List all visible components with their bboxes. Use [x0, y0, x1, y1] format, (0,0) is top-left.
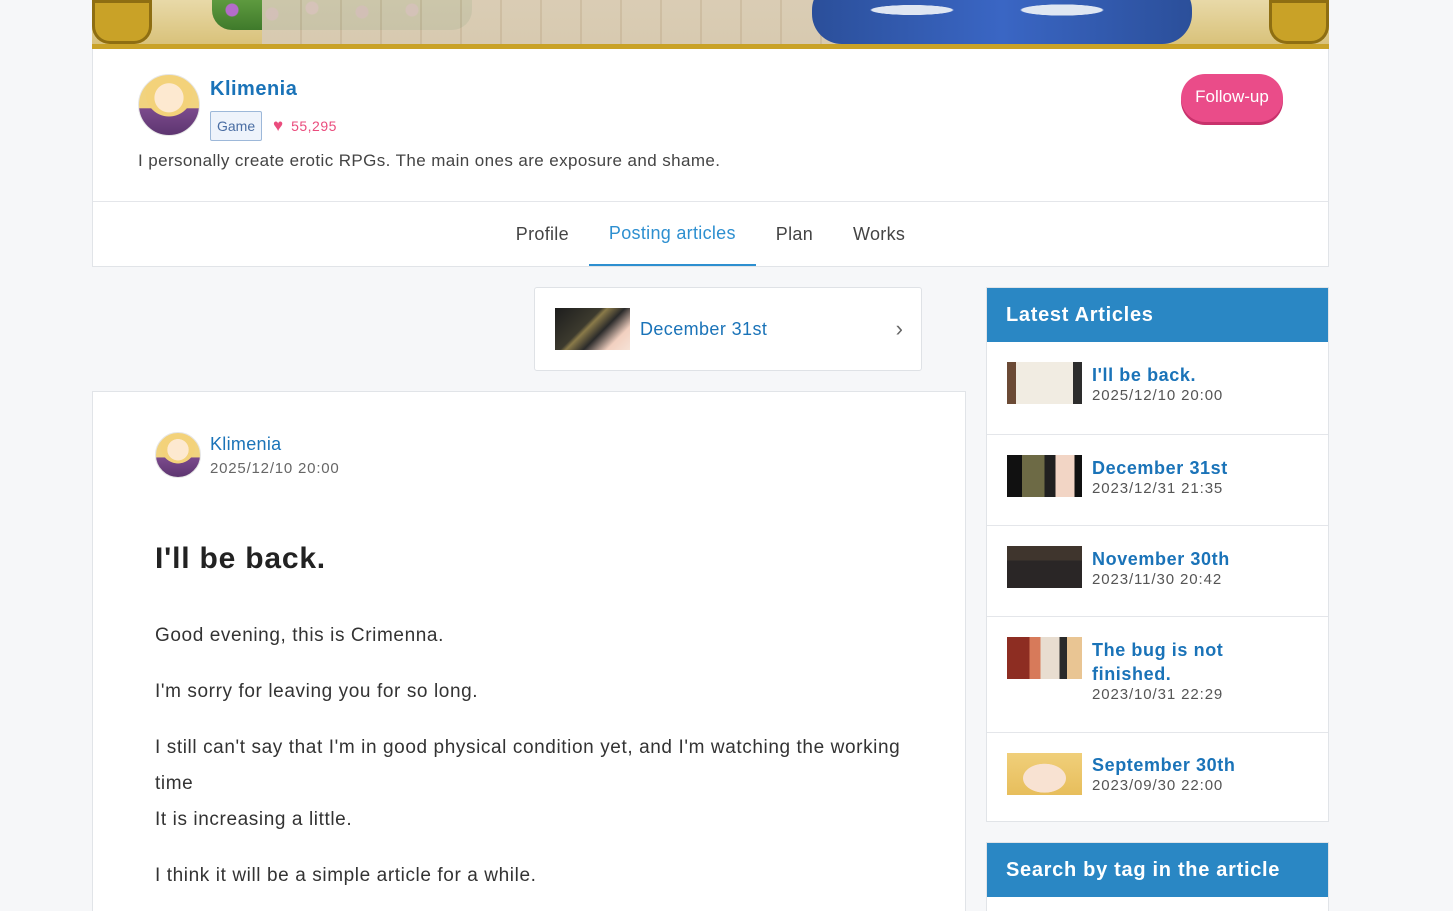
likes-number: 55,295 — [291, 117, 337, 134]
banner-ornament-right — [1269, 0, 1329, 44]
likes-count: ♥ 55,295 — [273, 117, 337, 134]
article-paragraph: I'm sorry for leaving you for so long. — [155, 681, 479, 702]
creator-avatar[interactable] — [138, 74, 200, 136]
latest-article-title: November 30th — [1092, 549, 1230, 569]
tag-search-heading: Search by tag in the article — [987, 843, 1328, 897]
banner-character-armor — [812, 0, 1192, 44]
creator-name[interactable]: Klimenia — [210, 78, 297, 101]
latest-article-info: The bug is not finished. 2023/10/31 22:2… — [1092, 638, 1262, 704]
article-paragraph: I still can't say that I'm in good physi… — [155, 730, 915, 838]
prev-article-title: December 31st — [640, 318, 768, 339]
follow-button[interactable]: Follow-up — [1181, 74, 1283, 122]
latest-article-item[interactable]: I'll be back. 2025/12/10 20:00 — [987, 342, 1328, 434]
latest-article-date: 2025/12/10 20:00 — [1092, 387, 1224, 404]
article: Klimenia 2025/12/10 20:00 I'll be back. … — [92, 391, 966, 911]
latest-article-item[interactable]: The bug is not finished. 2023/10/31 22:2… — [987, 616, 1328, 732]
latest-article-thumbnail — [1007, 546, 1082, 588]
latest-article-thumbnail — [1007, 753, 1082, 795]
article-paragraph: Good evening, this is Crimenna. — [155, 625, 444, 646]
chevron-right-icon: › — [895, 316, 903, 341]
tab-plan[interactable]: Plan — [756, 202, 833, 266]
author-avatar[interactable] — [155, 432, 201, 478]
article-paragraph: I think it will be a simple article for … — [155, 865, 537, 886]
tab-posting-articles[interactable]: Posting articles — [588, 202, 756, 266]
latest-article-info: December 31st 2023/12/31 21:35 — [1092, 456, 1307, 498]
latest-article-title: I'll be back. — [1092, 365, 1197, 385]
latest-article-thumbnail — [1007, 455, 1082, 497]
latest-article-item[interactable]: September 30th 2023/09/30 22:00 — [987, 732, 1328, 822]
latest-article-date: 2023/09/30 22:00 — [1092, 777, 1224, 794]
article-title: I'll be back. — [155, 542, 326, 575]
latest-article-info: September 30th 2023/09/30 22:00 — [1092, 753, 1307, 795]
creator-bio: I personally create erotic RPGs. The mai… — [138, 151, 721, 170]
category-tag[interactable]: Game — [210, 111, 263, 141]
latest-article-thumbnail — [1007, 637, 1082, 679]
latest-article-item[interactable]: December 31st 2023/12/31 21:35 — [987, 434, 1328, 525]
article-date: 2025/12/10 20:00 — [210, 460, 340, 477]
tag-search-panel: Search by tag in the article — [986, 842, 1329, 911]
latest-article-info: I'll be back. 2025/12/10 20:00 — [1092, 363, 1307, 405]
latest-article-title: December 31st — [1092, 458, 1228, 478]
latest-article-info: November 30th 2023/11/30 20:42 — [1092, 547, 1307, 589]
profile-card: Klimenia Game ♥ 55,295 Follow-up I perso… — [92, 49, 1329, 267]
article-line: I still can't say that I'm in good physi… — [155, 737, 901, 794]
author-name[interactable]: Klimenia — [210, 434, 281, 455]
heart-icon: ♥ — [273, 116, 284, 135]
prev-article-link[interactable]: December 31st › — [534, 287, 922, 371]
tab-profile[interactable]: Profile — [496, 202, 589, 266]
latest-articles-panel: Latest Articles I'll be back. 2025/12/10… — [986, 287, 1329, 822]
latest-article-date: 2023/11/30 20:42 — [1092, 571, 1223, 588]
latest-article-date: 2023/10/31 22:29 — [1092, 686, 1224, 703]
latest-article-thumbnail — [1007, 362, 1082, 404]
tab-works[interactable]: Works — [833, 202, 925, 266]
creator-header-banner — [92, 0, 1329, 49]
latest-article-title: The bug is not finished. — [1092, 640, 1224, 684]
latest-articles-heading: Latest Articles — [987, 288, 1328, 342]
article-body: Good evening, this is Crimenna. I'm sorr… — [155, 618, 915, 911]
profile-tabs: Profile Posting articles Plan Works — [93, 202, 1328, 266]
article-line: It is increasing a little. — [155, 809, 353, 830]
latest-article-date: 2023/12/31 21:35 — [1092, 480, 1224, 497]
prev-article-thumbnail — [555, 308, 630, 350]
banner-ornament-left — [92, 0, 152, 44]
latest-article-title: September 30th — [1092, 755, 1236, 775]
latest-article-item[interactable]: November 30th 2023/11/30 20:42 — [987, 525, 1328, 616]
